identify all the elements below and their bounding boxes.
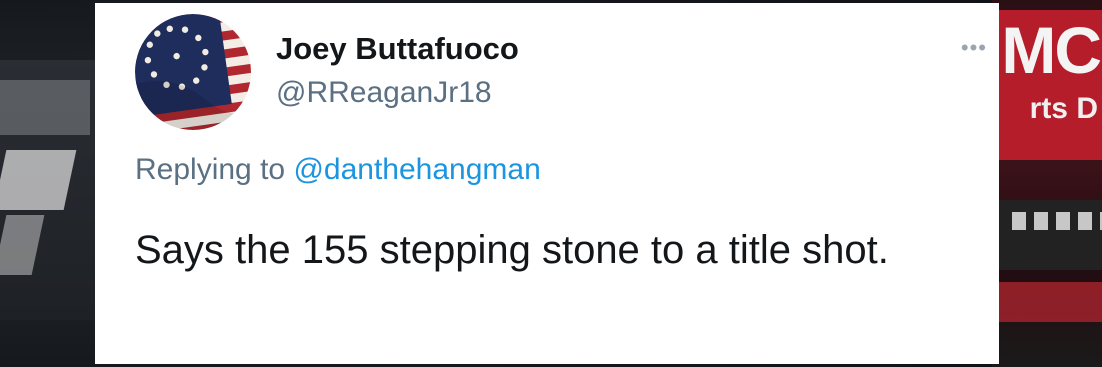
display-name[interactable]: Joey Buttafuoco xyxy=(276,31,519,67)
background-sign-subtext: rts D xyxy=(1029,92,1098,125)
background-left-stripe xyxy=(0,80,90,135)
tweet-text: Says the 155 stepping stone to a title s… xyxy=(135,228,889,272)
background-sign-text: MC xyxy=(1001,13,1102,87)
background-right-lower-band xyxy=(997,282,1102,322)
user-handle[interactable]: @RReaganJr18 xyxy=(276,76,492,110)
background-left-stripe xyxy=(0,150,77,210)
replying-to-prefix: Replying to xyxy=(135,153,286,186)
betsy-ross-flag-icon xyxy=(135,14,251,130)
background-right-dashes xyxy=(1012,212,1102,230)
background-right-dark-band xyxy=(997,200,1102,270)
avatar[interactable] xyxy=(135,14,251,130)
replying-to: Replying to @danthehangman xyxy=(135,153,541,187)
mention-link[interactable]: @danthehangman xyxy=(293,153,540,186)
tweet-card[interactable]: Joey Buttafuoco @RReaganJr18 ••• Replyin… xyxy=(95,3,999,364)
ellipsis-icon[interactable]: ••• xyxy=(961,37,987,59)
